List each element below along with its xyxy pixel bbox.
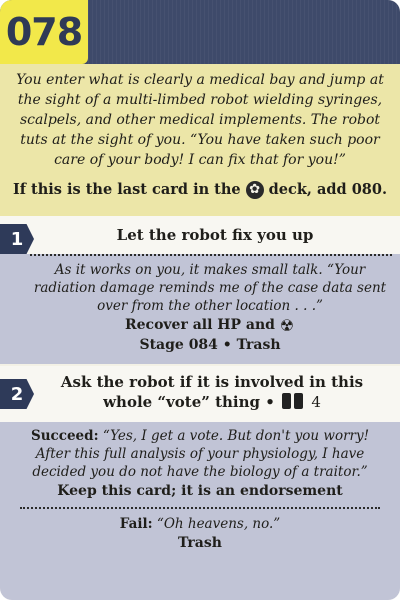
fail-text: “Oh heavens, no.” bbox=[156, 516, 281, 532]
option-1-outcome-text: Recover all HP and bbox=[125, 317, 275, 333]
card-number: 078 bbox=[0, 0, 88, 64]
option-2-succeed: Succeed: “Yes, I get a vote. But don't y… bbox=[12, 427, 388, 481]
option-2[interactable]: 2 Ask the robot if it is involved in thi… bbox=[0, 366, 400, 422]
gear-icon: ✿ bbox=[245, 181, 264, 199]
deck-rule-prefix: If this is the last card in the bbox=[12, 181, 241, 198]
divider-option-1 bbox=[30, 254, 392, 256]
succeed-fail-divider bbox=[20, 507, 380, 509]
option-1-title: Let the robot fix you up bbox=[116, 226, 314, 244]
option-1-result: As it works on you, it makes small talk.… bbox=[0, 254, 400, 364]
succeed-label: Succeed: bbox=[30, 428, 99, 444]
succeed-outcome: Keep this card; it is an endorsement bbox=[57, 483, 343, 499]
option-1-result-text: As it works on you, it makes small talk.… bbox=[33, 262, 387, 314]
deck-rule: If this is the last card in the ✿ deck, … bbox=[10, 180, 390, 200]
card-header: 078 bbox=[0, 0, 400, 64]
intro-block: You enter what is clearly a medical bay … bbox=[0, 64, 400, 216]
option-1[interactable]: 1 Let the robot fix you up bbox=[0, 216, 400, 254]
option-1-outcome-line-2: Stage 084 • Trash bbox=[139, 337, 281, 353]
option-1-outcome-line-1: Recover all HP and ☢ bbox=[30, 315, 390, 335]
deck-rule-suffix: deck, add 080. bbox=[268, 181, 388, 198]
intro-text: You enter what is clearly a medical bay … bbox=[16, 72, 384, 168]
option-2-title-line-2: whole “vote” thing • bbox=[103, 393, 275, 411]
option-2-result: Succeed: “Yes, I get a vote. But don't y… bbox=[0, 422, 400, 600]
vote-icon bbox=[282, 393, 304, 409]
option-2-title-line-1: Ask the robot if it is involved in this bbox=[60, 373, 364, 391]
option-2-fail: Fail: “Oh heavens, no.” bbox=[12, 515, 388, 533]
option-2-test-value: 4 bbox=[311, 393, 321, 411]
fail-outcome: Trash bbox=[178, 535, 222, 551]
radiation-icon: ☢ bbox=[279, 316, 295, 335]
fail-label: Fail: bbox=[119, 516, 153, 532]
option-2-title: Ask the robot if it is involved in this … bbox=[0, 366, 400, 412]
quest-card: 078 You enter what is clearly a medical … bbox=[0, 0, 400, 600]
